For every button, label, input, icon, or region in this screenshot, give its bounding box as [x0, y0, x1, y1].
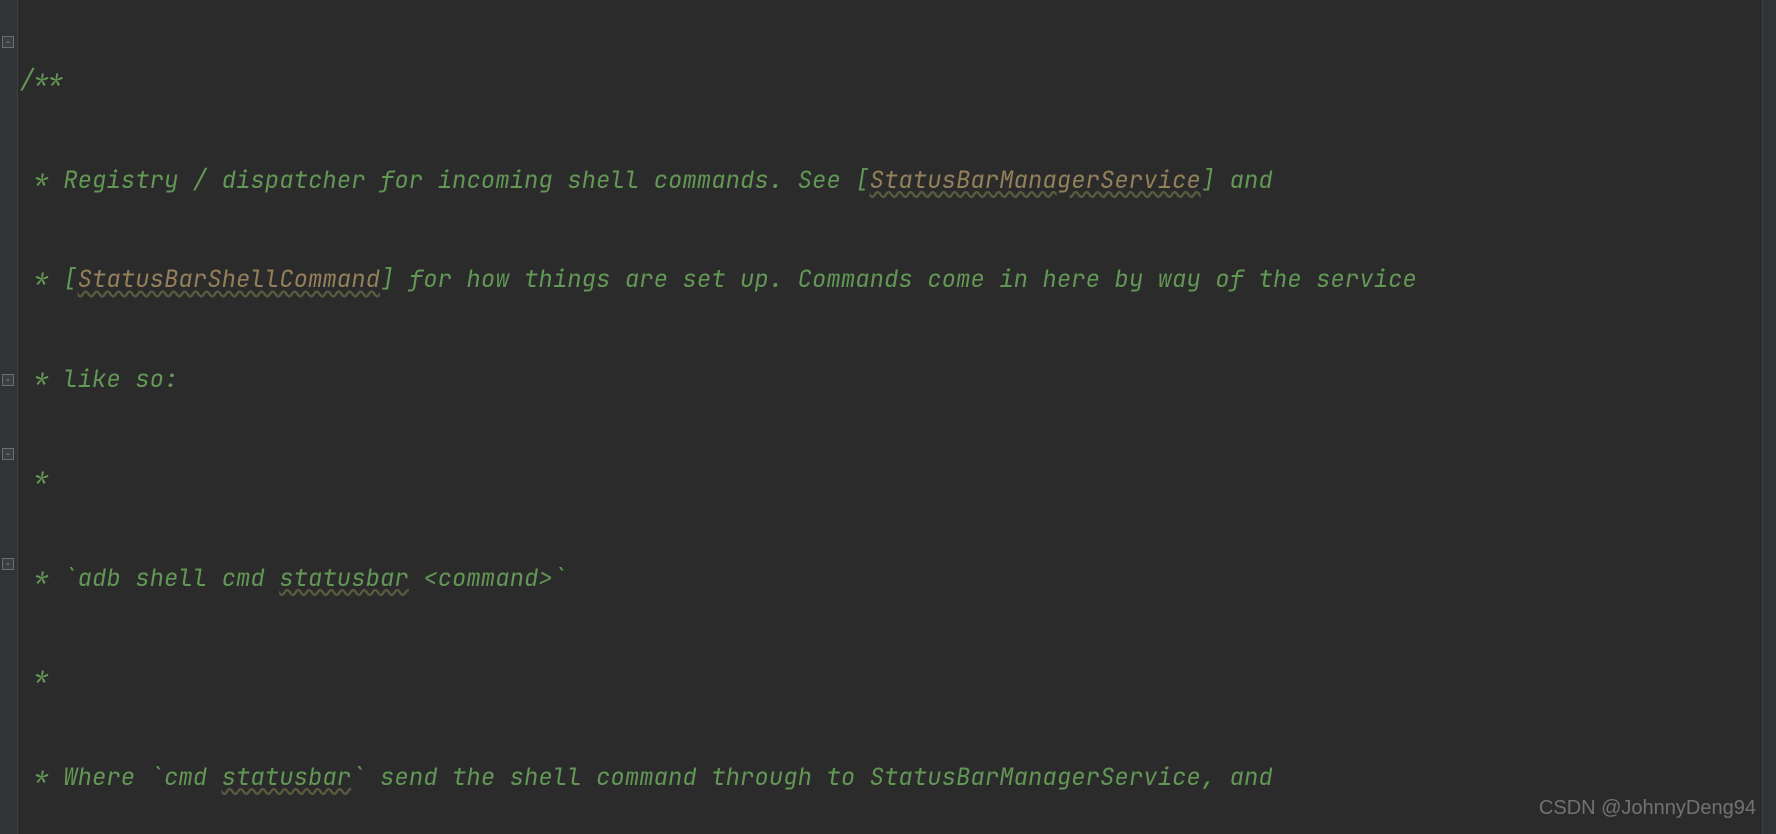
- doc-comment-line: <command>`: [409, 563, 567, 594]
- gutter: − − − −: [0, 0, 18, 834]
- fold-marker[interactable]: −: [2, 374, 14, 386]
- doc-comment-line: * `adb shell cmd: [20, 563, 279, 594]
- doc-comment-line: * Registry / dispatcher for incoming she…: [20, 165, 870, 196]
- doc-comment-line: * [: [20, 264, 78, 295]
- fold-marker[interactable]: −: [2, 448, 14, 460]
- fold-marker[interactable]: −: [2, 36, 14, 48]
- doc-comment-line: * Where `cmd: [20, 762, 222, 793]
- doc-comment-line: *: [20, 463, 49, 494]
- doc-comment-open: /**: [20, 65, 63, 96]
- doc-comment-line: ] for how things are set up. Commands co…: [380, 264, 1417, 295]
- doc-typo: statusbar: [279, 563, 409, 594]
- watermark: CSDN @JohnnyDeng94: [1539, 797, 1756, 820]
- fold-marker[interactable]: −: [2, 558, 14, 570]
- doc-comment-line: *: [20, 662, 49, 693]
- doc-comment-line: ] and: [1201, 165, 1273, 196]
- doc-typo: statusbar: [222, 762, 352, 793]
- scrollbar-strip[interactable]: [1762, 0, 1776, 834]
- doc-comment-line: * like so:: [20, 364, 178, 395]
- doc-comment-line: ` send the shell command through to Stat…: [351, 762, 1273, 793]
- doc-link[interactable]: StatusBarShellCommand: [78, 264, 380, 295]
- code-area[interactable]: /** * Registry / dispatcher for incoming…: [18, 0, 1776, 834]
- doc-link[interactable]: StatusBarManagerService: [870, 165, 1201, 196]
- code-editor[interactable]: − − − − /** * Registry / dispatcher for …: [0, 0, 1776, 834]
